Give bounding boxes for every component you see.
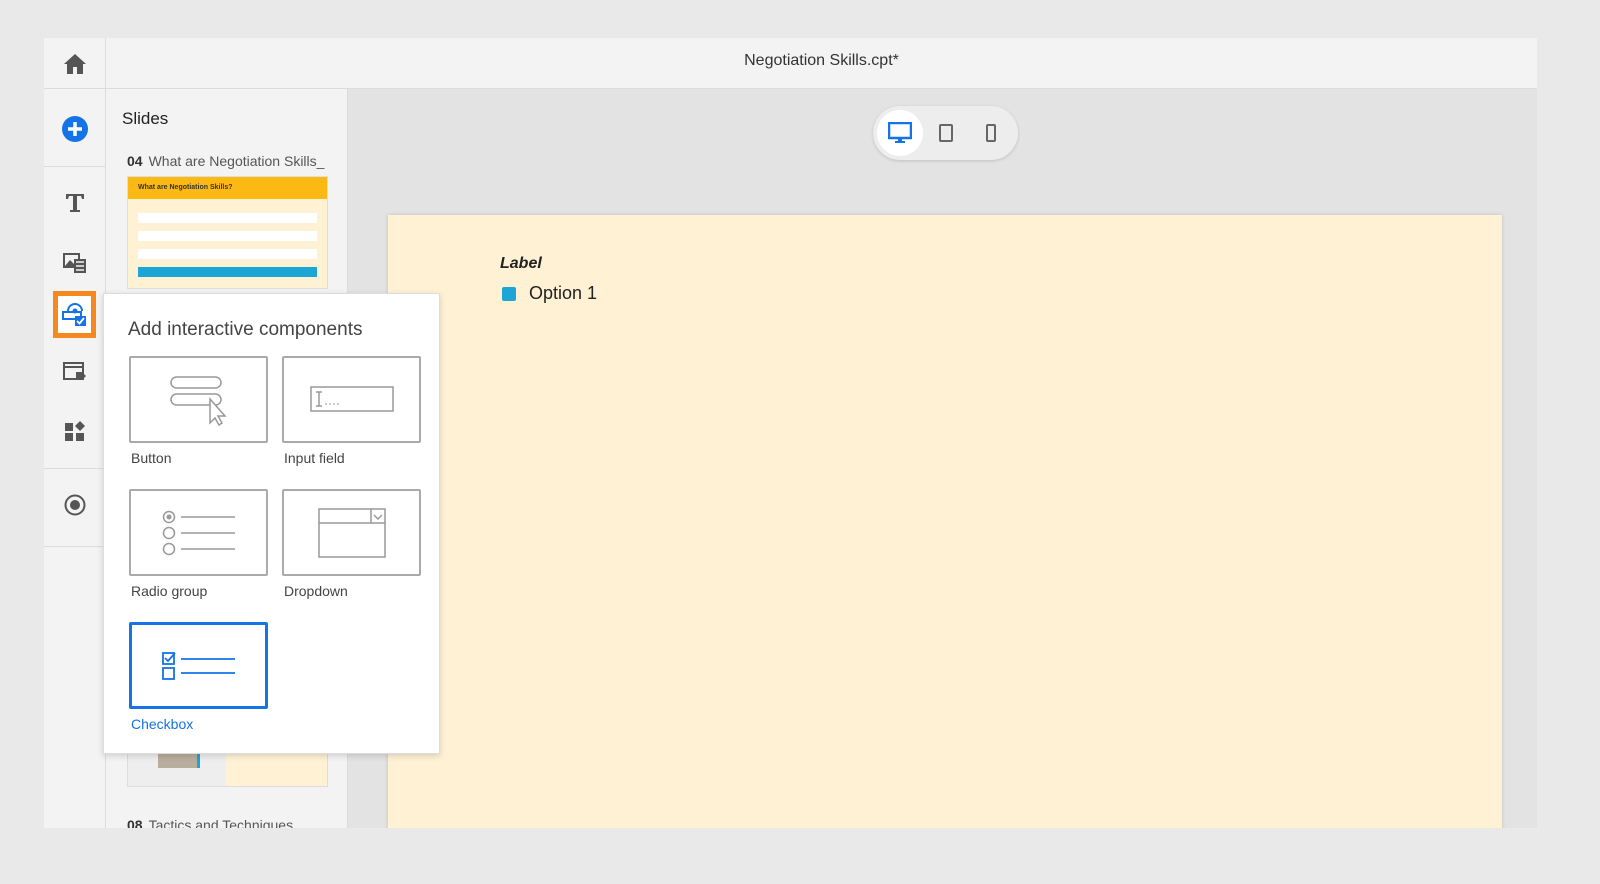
tablet-icon <box>939 124 953 142</box>
home-button[interactable] <box>44 38 106 89</box>
button-component-label: Button <box>131 450 172 466</box>
input-field-icon <box>309 385 394 412</box>
radio-group-component-label: Radio group <box>131 583 208 599</box>
slide-canvas[interactable]: Label Option 1 <box>388 215 1502 828</box>
tablet-view-button[interactable] <box>923 110 969 156</box>
text-icon <box>65 194 84 212</box>
slide-title: What are Negotiation Skills_ <box>148 153 325 169</box>
widgets-button[interactable] <box>44 412 105 452</box>
slide-thumbnail[interactable]: What are Negotiation Skills? <box>127 176 328 289</box>
thumbnail-heading: What are Negotiation Skills? <box>128 177 327 199</box>
dropdown-component-label: Dropdown <box>284 583 348 599</box>
option-label: Option 1 <box>529 283 598 303</box>
slide-number: 08 <box>127 817 143 828</box>
add-button[interactable] <box>44 109 105 149</box>
interactive-components-button[interactable] <box>53 291 96 338</box>
assets-button[interactable] <box>44 352 105 392</box>
dropdown-icon <box>317 507 386 558</box>
popover-title: Add interactive components <box>128 319 363 340</box>
media-button[interactable] <box>44 243 105 283</box>
record-icon <box>64 494 85 516</box>
top-bar: Negotiation Skills.cpt* <box>44 38 1537 89</box>
left-toolbar <box>44 89 106 828</box>
slide-tag-icon <box>62 362 86 380</box>
plus-circle-icon <box>61 116 88 142</box>
radio-group-icon <box>162 510 235 555</box>
widgets-icon <box>64 421 85 441</box>
input-field-component-tile[interactable] <box>282 356 421 443</box>
input-field-component-label: Input field <box>284 450 345 466</box>
device-preview-toggle <box>873 106 1018 160</box>
add-interactive-components-popover: Add interactive components Button Input … <box>103 293 440 754</box>
interactive-components-icon <box>61 302 86 326</box>
desktop-view-button[interactable] <box>877 110 923 156</box>
slide-item-label[interactable]: 08 Tactics and Techniques <box>127 817 293 828</box>
slide-item-label[interactable]: 04 What are Negotiation Skills_ <box>127 153 324 169</box>
checkbox-option[interactable]: Option 1 <box>502 283 597 304</box>
slides-heading: Slides <box>122 109 169 128</box>
dropdown-component-tile[interactable] <box>282 489 421 576</box>
checkbox-component-label: Checkbox <box>131 716 194 732</box>
mobile-view-button[interactable] <box>968 110 1014 156</box>
checkbox-box[interactable] <box>502 286 516 301</box>
document-title: Negotiation Skills.cpt* <box>744 52 899 69</box>
text-button[interactable] <box>44 182 105 222</box>
button-component-tile[interactable] <box>129 356 268 443</box>
mobile-icon <box>986 124 996 142</box>
record-button[interactable] <box>44 485 105 525</box>
checkbox-group-label: Label <box>500 255 542 272</box>
checkbox-component-tile[interactable] <box>129 622 268 709</box>
desktop-icon <box>888 122 912 143</box>
slide-number: 04 <box>127 153 143 169</box>
slide-title: Tactics and Techniques <box>148 817 294 828</box>
radio-group-component-tile[interactable] <box>129 489 268 576</box>
media-icon <box>62 253 86 273</box>
home-icon <box>63 53 86 74</box>
button-icon <box>169 375 227 426</box>
checkbox-icon <box>161 651 235 680</box>
